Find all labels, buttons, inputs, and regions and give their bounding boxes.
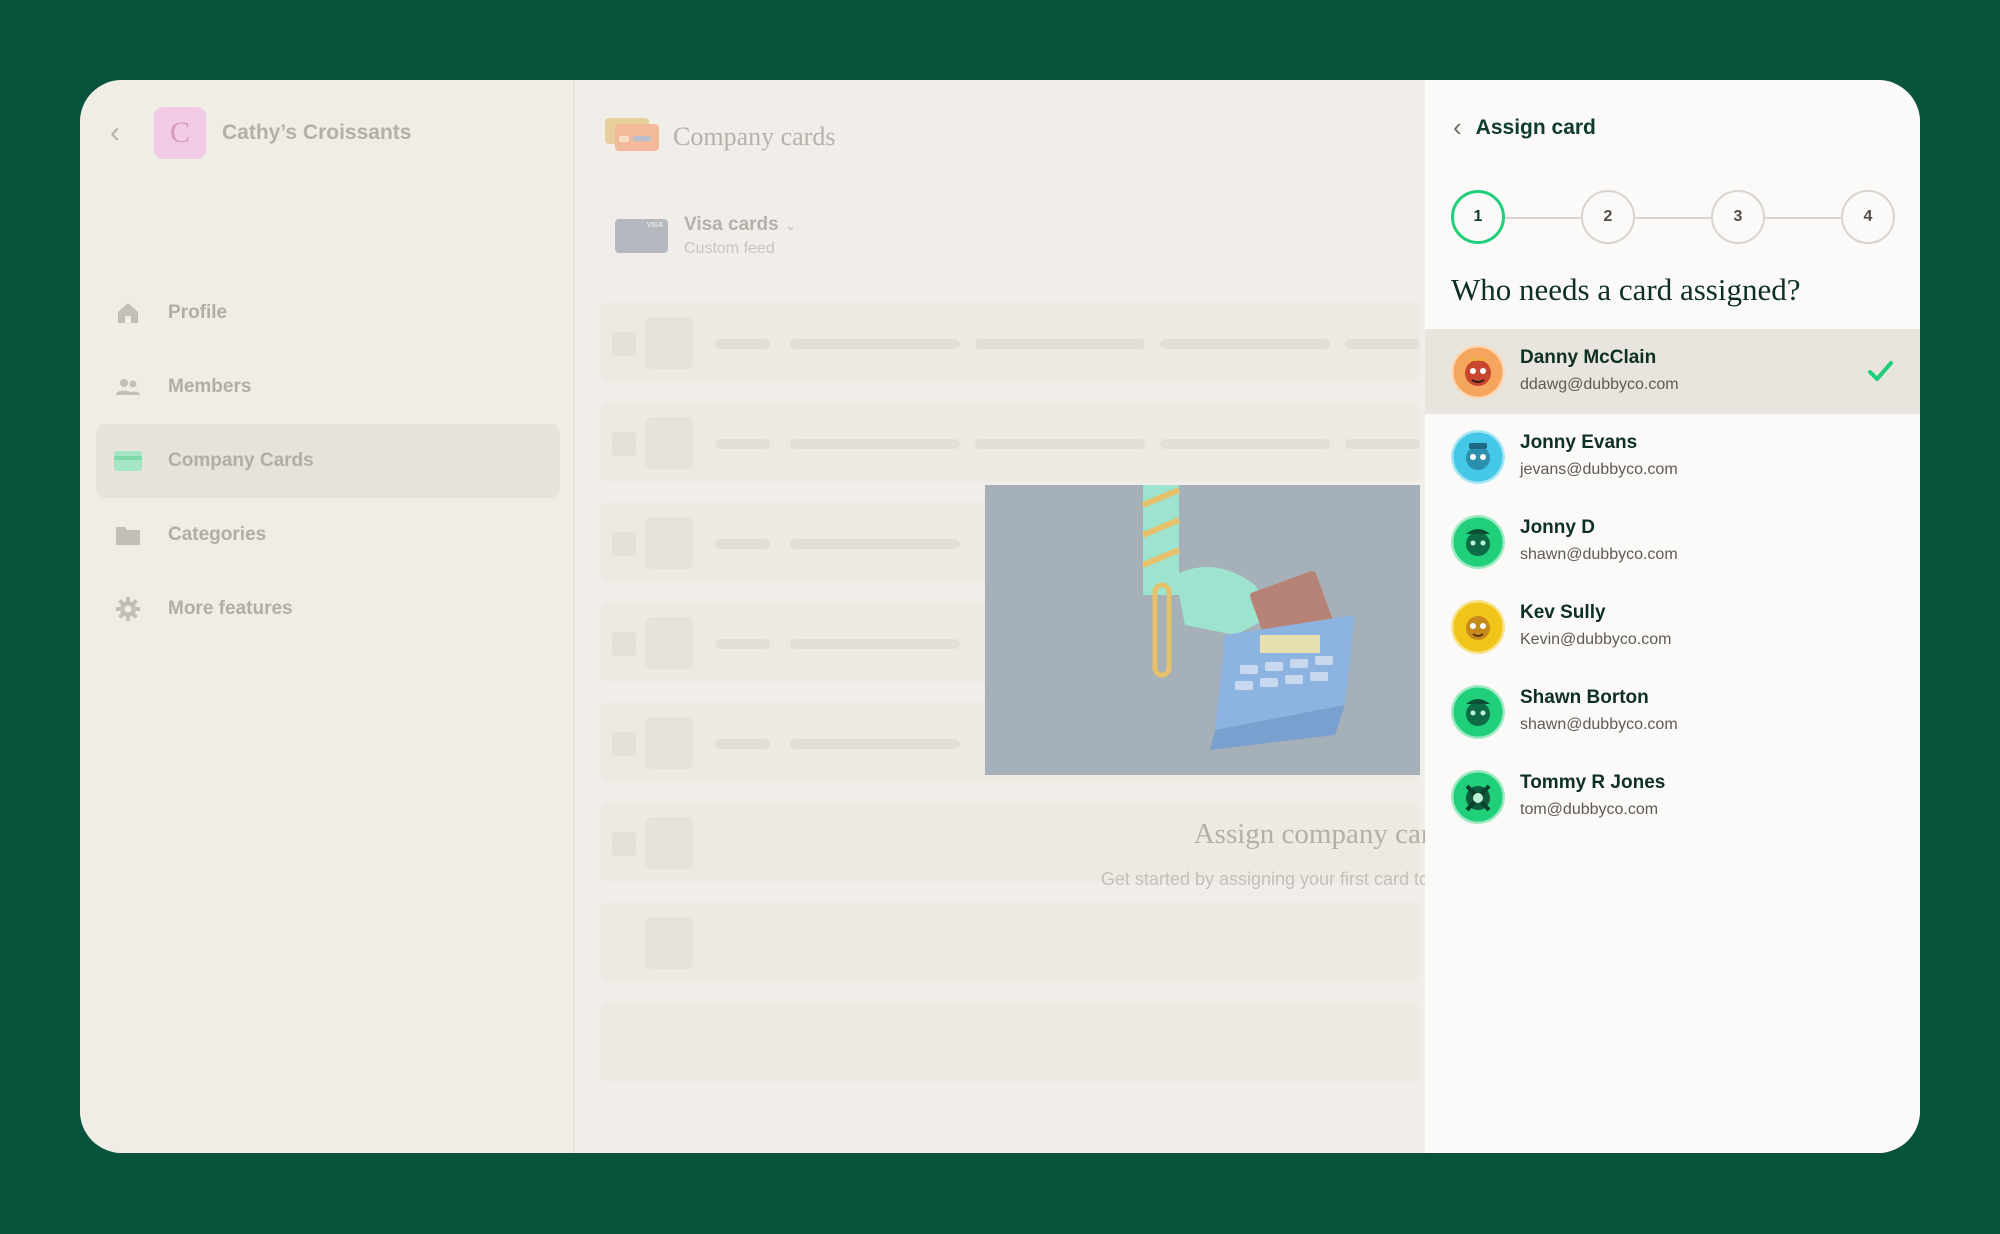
sidebar-item-profile[interactable]: Profile <box>96 276 560 350</box>
step-1[interactable]: 1 <box>1451 190 1505 244</box>
member-email: ddawg@dubbyco.com <box>1520 376 1679 393</box>
step-connector <box>1765 217 1841 219</box>
main-content: Company cards VISA Visa cards ⌄ Custom f… <box>575 80 1519 1153</box>
member-email: shawn@dubbyco.com <box>1520 716 1678 733</box>
sidebar-item-categories[interactable]: Categories <box>96 498 560 572</box>
member-name: Tommy R Jones <box>1520 772 1666 793</box>
card-feed-selector[interactable]: VISA Visa cards ⌄ Custom feed <box>615 214 796 258</box>
member-row-jonny-d[interactable]: Jonny D shawn@dubbyco.com <box>1425 499 1920 584</box>
sidebar-item-members[interactable]: Members <box>96 350 560 424</box>
stepper: 1 2 3 4 <box>1451 190 1895 246</box>
avatar <box>1451 515 1505 569</box>
feed-subtitle: Custom feed <box>684 240 775 257</box>
step-connector <box>1505 217 1581 219</box>
back-chevron-icon[interactable]: ‹ <box>1453 112 1462 143</box>
panel-header: ‹ Assign card <box>1453 112 1596 143</box>
payment-terminal-illustration <box>985 485 1420 775</box>
avatar <box>1451 685 1505 739</box>
sidebar-nav: Profile Members Company Cards Categories <box>96 276 560 646</box>
member-name: Danny McClain <box>1520 347 1657 368</box>
skeleton-row <box>600 402 1420 482</box>
feed-name: Visa cards <box>684 214 779 235</box>
member-row-jonny-evans[interactable]: Jonny Evans jevans@dubbyco.com <box>1425 414 1920 499</box>
sidebar: ‹ C Cathy’s Croissants Profile Members C… <box>80 80 575 1153</box>
sidebar-item-label: Categories <box>168 524 267 545</box>
avatar <box>1451 430 1505 484</box>
workspace-header: ‹ C Cathy’s Croissants <box>110 107 411 159</box>
home-icon <box>114 299 142 327</box>
panel-title: Assign card <box>1475 115 1596 139</box>
sidebar-item-company-cards[interactable]: Company Cards <box>96 424 560 498</box>
step-4[interactable]: 4 <box>1841 190 1895 244</box>
step-2[interactable]: 2 <box>1581 190 1635 244</box>
member-row-shawn-borton[interactable]: Shawn Borton shawn@dubbyco.com <box>1425 669 1920 754</box>
back-chevron-icon[interactable]: ‹ <box>110 118 140 148</box>
member-email: shawn@dubbyco.com <box>1520 546 1678 563</box>
member-email: Kevin@dubbyco.com <box>1520 631 1672 648</box>
member-row-danny-mcclain[interactable]: Danny McClain ddawg@dubbyco.com <box>1425 329 1920 414</box>
member-name: Jonny D <box>1520 517 1595 538</box>
member-email: jevans@dubbyco.com <box>1520 461 1678 478</box>
avatar <box>1451 600 1505 654</box>
sidebar-item-label: Profile <box>168 302 228 323</box>
checkmark-icon <box>1866 357 1894 385</box>
sidebar-item-label: Members <box>168 376 252 397</box>
member-list: Danny McClain ddawg@dubbyco.com Jonny Ev… <box>1425 329 1920 839</box>
credit-card-icon <box>114 447 142 475</box>
panel-question: Who needs a card assigned? <box>1451 272 1801 307</box>
member-email: tom@dubbyco.com <box>1520 801 1659 818</box>
visa-card-icon: VISA <box>615 219 668 253</box>
member-name: Jonny Evans <box>1520 432 1638 453</box>
page-header: Company cards <box>605 116 835 157</box>
skeleton-row <box>600 302 1420 382</box>
skeleton-row <box>600 1002 1420 1082</box>
folder-icon <box>114 521 142 549</box>
page-title: Company cards <box>673 121 836 151</box>
member-row-kev-sully[interactable]: Kev Sully Kevin@dubbyco.com <box>1425 584 1920 669</box>
users-icon <box>114 373 142 401</box>
workspace-name: Cathy’s Croissants <box>222 121 412 144</box>
company-cards-icon <box>605 116 659 157</box>
sidebar-item-label: More features <box>168 598 293 619</box>
avatar <box>1451 345 1505 399</box>
member-row-tommy-r-jones[interactable]: Tommy R Jones tom@dubbyco.com <box>1425 754 1920 839</box>
sidebar-item-more-features[interactable]: More features <box>96 572 560 646</box>
member-name: Shawn Borton <box>1520 687 1649 708</box>
assign-card-panel: ‹ Assign card 1 2 3 4 Who needs a card a… <box>1425 80 1920 1153</box>
step-3[interactable]: 3 <box>1711 190 1765 244</box>
sidebar-item-label: Company Cards <box>168 450 314 471</box>
skeleton-row <box>600 902 1420 982</box>
app-window: ‹ C Cathy’s Croissants Profile Members C… <box>80 80 1920 1153</box>
step-connector <box>1635 217 1711 219</box>
member-name: Kev Sully <box>1520 602 1606 623</box>
gear-icon <box>114 595 142 623</box>
avatar <box>1451 770 1505 824</box>
workspace-avatar: C <box>154 107 206 159</box>
chevron-down-icon: ⌄ <box>784 216 797 233</box>
